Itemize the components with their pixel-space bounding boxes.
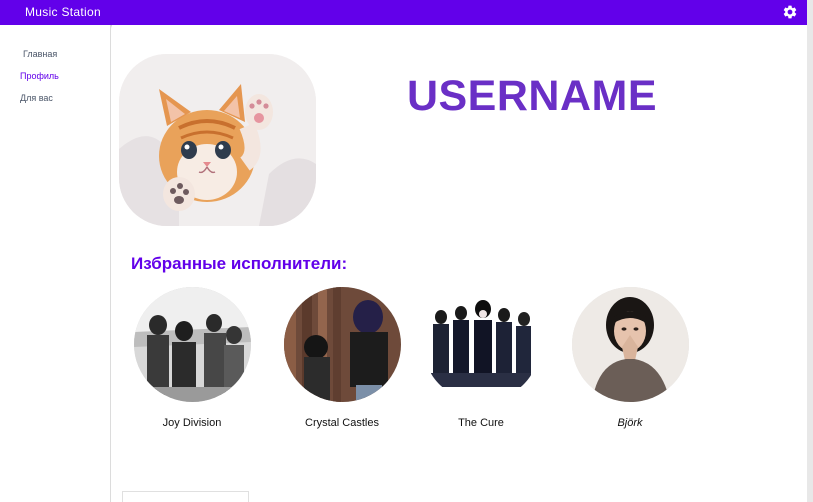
artist-name: Björk	[617, 417, 643, 429]
sidebar-item-home[interactable]: Главная	[23, 49, 57, 59]
sidebar-item-profile[interactable]: Профиль	[20, 71, 59, 81]
bottom-panel	[122, 491, 249, 502]
artist-name: Joy Division	[162, 417, 222, 429]
sidebar-item-for-you[interactable]: Для вас	[20, 93, 53, 103]
profile-page: USERNAME Избранные исполнители: Joy Divi…	[112, 25, 807, 502]
artist-photo	[133, 287, 251, 402]
sidebar: Главная Профиль Для вас	[0, 25, 111, 502]
settings-button[interactable]	[782, 4, 798, 20]
gear-icon	[783, 5, 797, 19]
artist-card-crystal-castles[interactable]: Crystal Castles	[267, 287, 417, 429]
artist-photo	[422, 287, 540, 402]
artist-photo	[571, 287, 689, 402]
avatar	[119, 54, 316, 226]
artist-name: Crystal Castles	[305, 417, 379, 429]
app-bar: Music Station	[0, 0, 807, 25]
app-title: Music Station	[25, 5, 101, 19]
artist-card-joy-division[interactable]: Joy Division	[117, 287, 267, 429]
artist-photo	[283, 287, 401, 402]
artist-name: The Cure	[458, 417, 504, 429]
username: USERNAME	[406, 72, 658, 120]
window-edge	[807, 0, 813, 502]
artist-card-the-cure[interactable]: The Cure	[406, 287, 556, 429]
favorite-artists-title: Избранные исполнители:	[131, 254, 348, 273]
kitten-image	[119, 54, 316, 226]
artist-card-bjork[interactable]: Björk	[555, 287, 705, 429]
